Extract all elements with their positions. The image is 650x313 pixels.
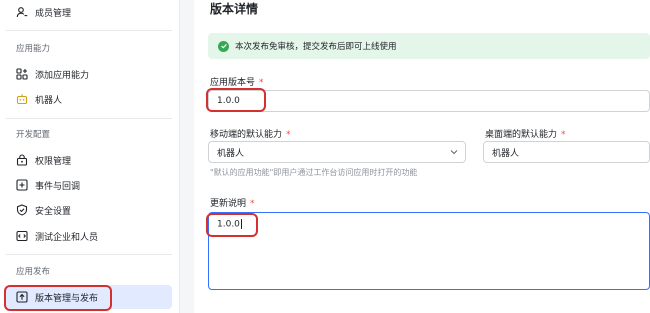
success-notice: 本次发布免审核，提交发布后即可上线使用	[208, 33, 650, 59]
user-icon	[16, 6, 28, 18]
sidebar-item-bot[interactable]: 机器人	[6, 87, 172, 111]
version-number-input[interactable]: 1.0.0	[208, 90, 650, 112]
sidebar-item-test[interactable]: 测试企业和人员	[6, 224, 172, 248]
sidebar-divider	[6, 30, 172, 31]
chevron-down-icon	[450, 150, 458, 155]
lock-icon	[16, 154, 28, 166]
main-panel: 版本详情 本次发布免审核，提交发布后即可上线使用 应用版本号 * 1.0.0 移动…	[194, 0, 650, 313]
section-title-publish: 应用发布	[16, 267, 51, 277]
sidebar-item-events-label: 事件与回调	[35, 181, 81, 192]
mobile-ability-label: 移动端的默认能力 *	[210, 127, 291, 140]
sidebar-item-members[interactable]: 成员管理	[6, 0, 172, 24]
desktop-ability-label: 桌面端的默认能力 *	[485, 127, 566, 140]
changelog-label-text: 更新说明	[210, 199, 247, 209]
sidebar-item-version-label: 版本管理与发布	[35, 293, 99, 304]
mobile-ability-value: 机器人	[217, 148, 245, 159]
sidebar-item-events[interactable]: 事件与回调	[6, 173, 172, 197]
version-number-label-text: 应用版本号	[210, 78, 256, 88]
check-circle-icon	[218, 40, 229, 52]
sidebar-divider	[6, 118, 172, 119]
required-mark: *	[259, 78, 264, 88]
robot-icon	[16, 93, 28, 105]
sidebar-item-test-label: 测试企业和人员	[35, 232, 99, 243]
changelog-text: 1.0.0	[217, 219, 240, 230]
page-title: 版本详情	[210, 2, 259, 16]
sidebar-item-add-ability-label: 添加应用能力	[35, 70, 90, 81]
test-org-icon	[16, 230, 28, 242]
sidebar-item-add-ability[interactable]: 添加应用能力	[6, 62, 172, 86]
version-number-label: 应用版本号 *	[210, 75, 264, 88]
mobile-ability-label-text: 移动端的默认能力	[210, 130, 283, 140]
desktop-ability-label-text: 桌面端的默认能力	[485, 130, 558, 140]
sidebar: 成员管理 应用能力 添加应用能力 机器人 开发配置 权限管理 事件与回调 安全设…	[0, 0, 180, 313]
sidebar-gutter	[180, 0, 194, 313]
sidebar-divider	[6, 254, 172, 255]
text-cursor	[240, 219, 242, 229]
desktop-ability-select[interactable]: 机器人	[483, 141, 650, 163]
sidebar-item-version[interactable]: 版本管理与发布	[6, 285, 172, 309]
sidebar-item-security[interactable]: 安全设置	[6, 198, 172, 222]
changelog-textarea[interactable]: 1.0.0	[208, 212, 650, 290]
sidebar-item-members-label: 成员管理	[35, 8, 72, 19]
upload-icon	[16, 291, 28, 303]
desktop-ability-value: 机器人	[492, 148, 520, 159]
sidebar-item-security-label: 安全设置	[35, 206, 72, 217]
grid-add-icon	[16, 68, 28, 80]
default-ability-hint: "默认的应用功能"即用户通过工作台访问应用时打开的功能	[210, 168, 418, 177]
shield-icon	[16, 204, 28, 216]
event-icon	[16, 179, 28, 191]
section-title-dev-config: 开发配置	[16, 130, 51, 140]
required-mark: *	[250, 199, 255, 209]
required-mark: *	[286, 130, 291, 140]
sidebar-item-permissions-label: 权限管理	[35, 156, 72, 167]
mobile-ability-select[interactable]: 机器人	[208, 141, 466, 163]
section-title-app-ability: 应用能力	[16, 44, 51, 54]
changelog-label: 更新说明 *	[210, 196, 255, 209]
required-mark: *	[561, 130, 566, 140]
sidebar-item-bot-label: 机器人	[35, 95, 63, 106]
notice-text: 本次发布免审核，提交发布后即可上线使用	[235, 42, 397, 52]
sidebar-item-permissions[interactable]: 权限管理	[6, 148, 172, 172]
